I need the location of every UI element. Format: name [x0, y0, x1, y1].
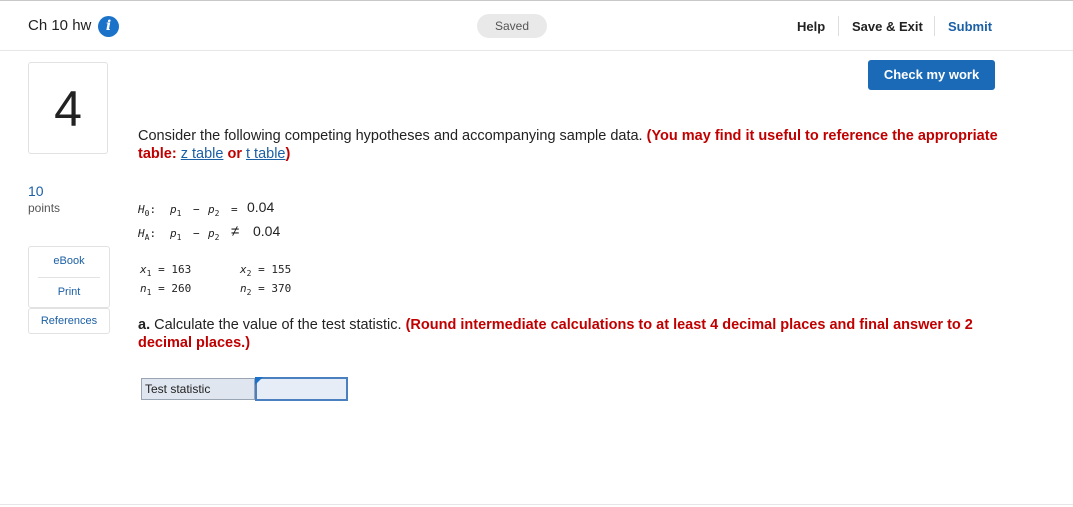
question-number: 4: [28, 62, 108, 154]
test-statistic-label: Test statistic: [141, 378, 255, 400]
saved-status-badge: Saved: [477, 14, 547, 38]
h0-value: 0.04: [247, 199, 275, 215]
ebook-link[interactable]: eBook: [28, 255, 110, 267]
part-a-prompt: a. Calculate the value of the test stati…: [138, 316, 998, 352]
ha-value: 0.04: [253, 223, 281, 239]
n2-value: n2 = 370: [240, 282, 292, 298]
print-link[interactable]: Print: [28, 286, 110, 298]
part-a-lead: a.: [138, 317, 151, 333]
save-exit-link[interactable]: Save & Exit: [852, 19, 923, 34]
p2-symbol: p2: [208, 227, 220, 243]
assignment-title: Ch 10 hw: [28, 17, 92, 34]
info-icon[interactable]: i: [98, 16, 119, 37]
or-text: or: [227, 146, 242, 162]
x1-value: x1 = 163: [140, 263, 192, 279]
part-a-text: Calculate the value of the test statisti…: [154, 317, 402, 333]
equals-sign: =: [231, 203, 238, 216]
test-statistic-input[interactable]: [255, 377, 348, 401]
points-value: 10: [28, 183, 44, 199]
top-bar: Ch 10 hw i Saved Help Save & Exit Submit: [0, 0, 1073, 51]
p2-symbol: p2: [208, 203, 220, 219]
t-table-link[interactable]: t table: [246, 146, 286, 162]
p1-symbol: p1: [170, 203, 182, 219]
x2-value: x2 = 155: [240, 263, 292, 279]
check-my-work-button[interactable]: Check my work: [868, 60, 995, 90]
h0-symbol: H0:: [138, 203, 157, 219]
divider: [934, 16, 935, 36]
divider: [38, 277, 100, 278]
not-equal-sign: ≠: [231, 223, 240, 240]
submit-link[interactable]: Submit: [948, 19, 992, 34]
divider: [838, 16, 839, 36]
help-link[interactable]: Help: [797, 19, 825, 34]
n1-value: n1 = 260: [140, 282, 192, 298]
references-link[interactable]: References: [28, 308, 110, 334]
note-end: ): [285, 146, 291, 162]
points-label: points: [28, 201, 61, 215]
ha-symbol: HA:: [138, 227, 157, 243]
p1-symbol: p1: [170, 227, 182, 243]
divider: [0, 504, 1073, 505]
z-table-link[interactable]: z table: [181, 146, 224, 162]
flag-icon: [255, 377, 263, 385]
minus-sign: −: [193, 203, 200, 216]
prompt-text: Consider the following competing hypothe…: [138, 128, 643, 144]
minus-sign: −: [193, 227, 200, 240]
question-prompt: Consider the following competing hypothe…: [138, 127, 998, 163]
